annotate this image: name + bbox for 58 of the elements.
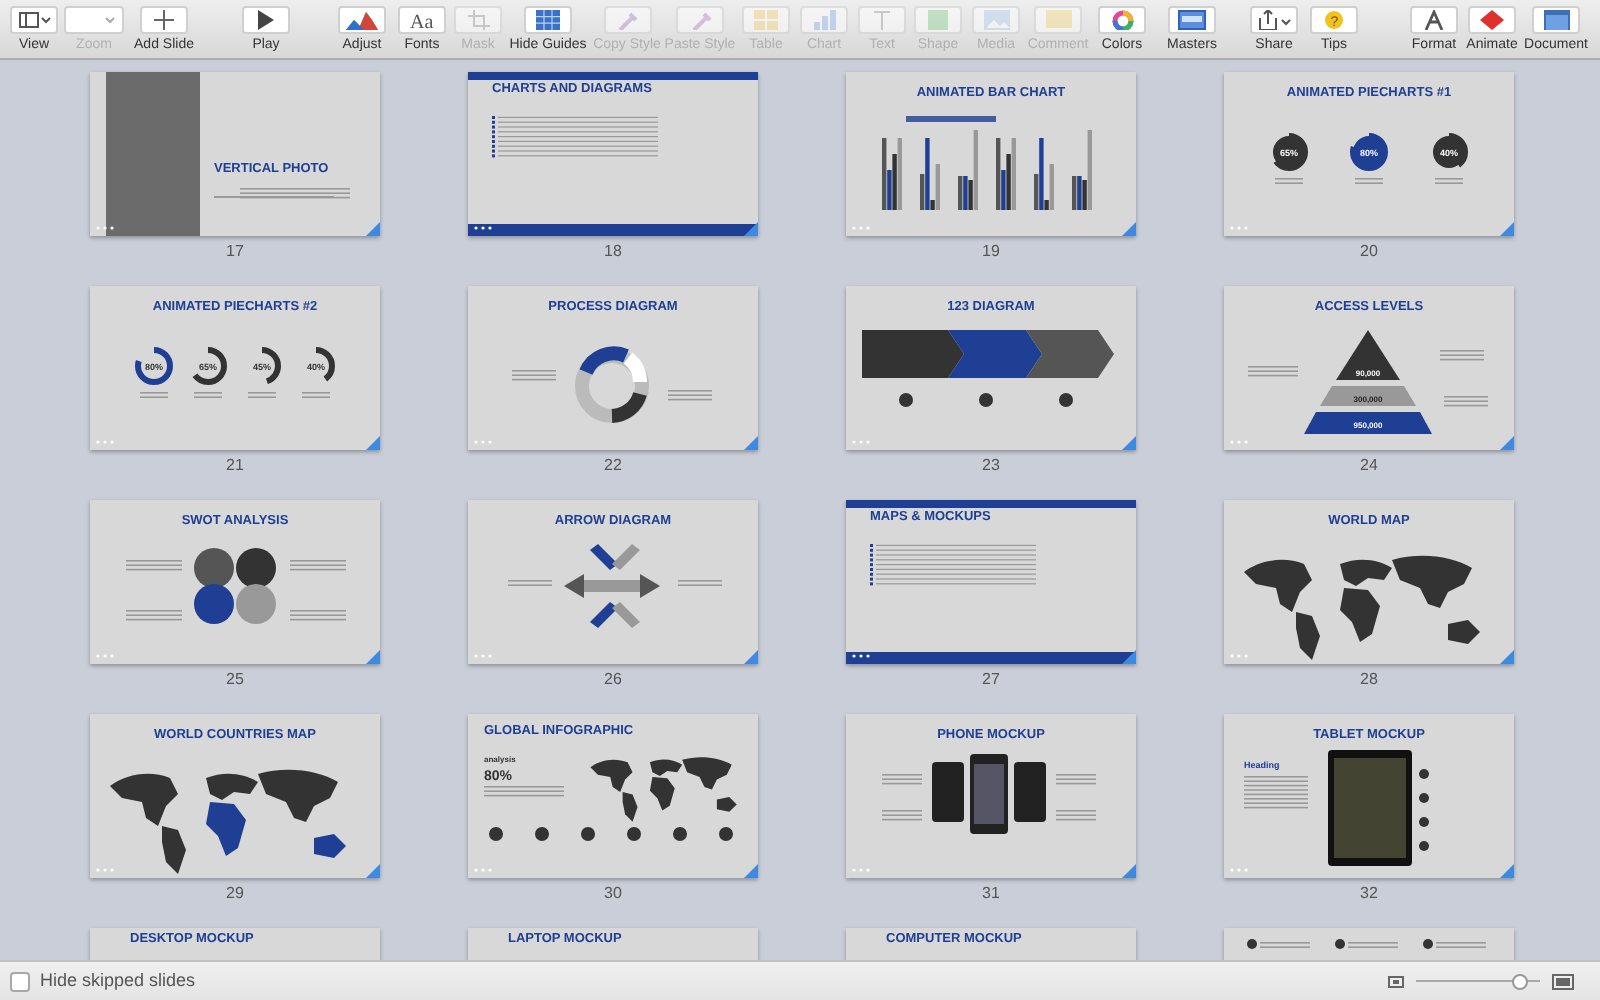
slide-number: 20: [1360, 240, 1378, 264]
corner-triangle-icon: [1500, 436, 1514, 450]
slide-number: 28: [1360, 668, 1378, 692]
corner-triangle-icon: [366, 222, 380, 236]
slide-number: 27: [982, 668, 1000, 692]
slide-number: 18: [604, 240, 622, 264]
slide-number: 29: [226, 882, 244, 906]
grid-icon: [536, 10, 560, 30]
checkbox[interactable]: [10, 971, 30, 991]
diamond-icon: [1480, 10, 1504, 30]
corner-triangle-icon: [1122, 650, 1136, 664]
hide-skipped-label: Hide skipped slides: [40, 967, 196, 994]
corner-triangle-icon: [1122, 436, 1136, 450]
comment-icon: [1045, 10, 1071, 30]
corner-triangle-icon: [744, 436, 758, 450]
small-slides-icon: [1388, 975, 1404, 987]
corner-triangle-icon: [744, 650, 758, 664]
large-slides-icon: [1552, 973, 1574, 989]
image-icon: [983, 10, 1009, 30]
view-icon: [17, 10, 51, 30]
square-icon: [928, 10, 948, 30]
table-icon: [754, 10, 778, 30]
corner-triangle-icon: [1500, 864, 1514, 878]
slide-number: 17: [226, 240, 244, 264]
plus-icon: [154, 10, 174, 30]
corner-triangle-icon: [366, 864, 380, 878]
corner-triangle-icon: [1500, 222, 1514, 236]
corner-triangle-icon: [366, 436, 380, 450]
font-icon: Aa: [409, 10, 435, 30]
slide-number: 21: [226, 454, 244, 478]
color-wheel-icon: [1111, 10, 1133, 30]
play-icon: [256, 10, 276, 30]
corner-triangle-icon: [1500, 650, 1514, 664]
corner-triangle-icon: [744, 222, 758, 236]
slide-number: 23: [982, 454, 1000, 478]
corner-triangle-icon: [366, 650, 380, 664]
slide-number: 30: [604, 882, 622, 906]
crop-icon: [467, 10, 489, 30]
eyedropper-icon: [616, 10, 638, 30]
bar-chart-icon: [813, 10, 835, 30]
slide-number: 32: [1360, 882, 1378, 906]
slide-number: 22: [604, 454, 622, 478]
corner-triangle-icon: [1122, 222, 1136, 236]
text-icon: [872, 10, 892, 30]
document-icon: [1543, 10, 1569, 30]
mountain-chart-icon: [346, 10, 378, 30]
slide-number: 31: [982, 882, 1000, 906]
share-icon: [1257, 10, 1291, 30]
corner-triangle-icon: [744, 864, 758, 878]
slide-number: 19: [982, 240, 1000, 264]
eyedropper-icon: [689, 10, 711, 30]
slide-number: 24: [1360, 454, 1378, 478]
slider-thumb[interactable]: [1511, 973, 1528, 989]
slide-size-slider[interactable]: [1416, 973, 1540, 989]
slide-number: 26: [604, 668, 622, 692]
slide-number: 25: [226, 668, 244, 692]
corner-triangle-icon: [1122, 864, 1136, 878]
window-icon: [1178, 10, 1206, 30]
